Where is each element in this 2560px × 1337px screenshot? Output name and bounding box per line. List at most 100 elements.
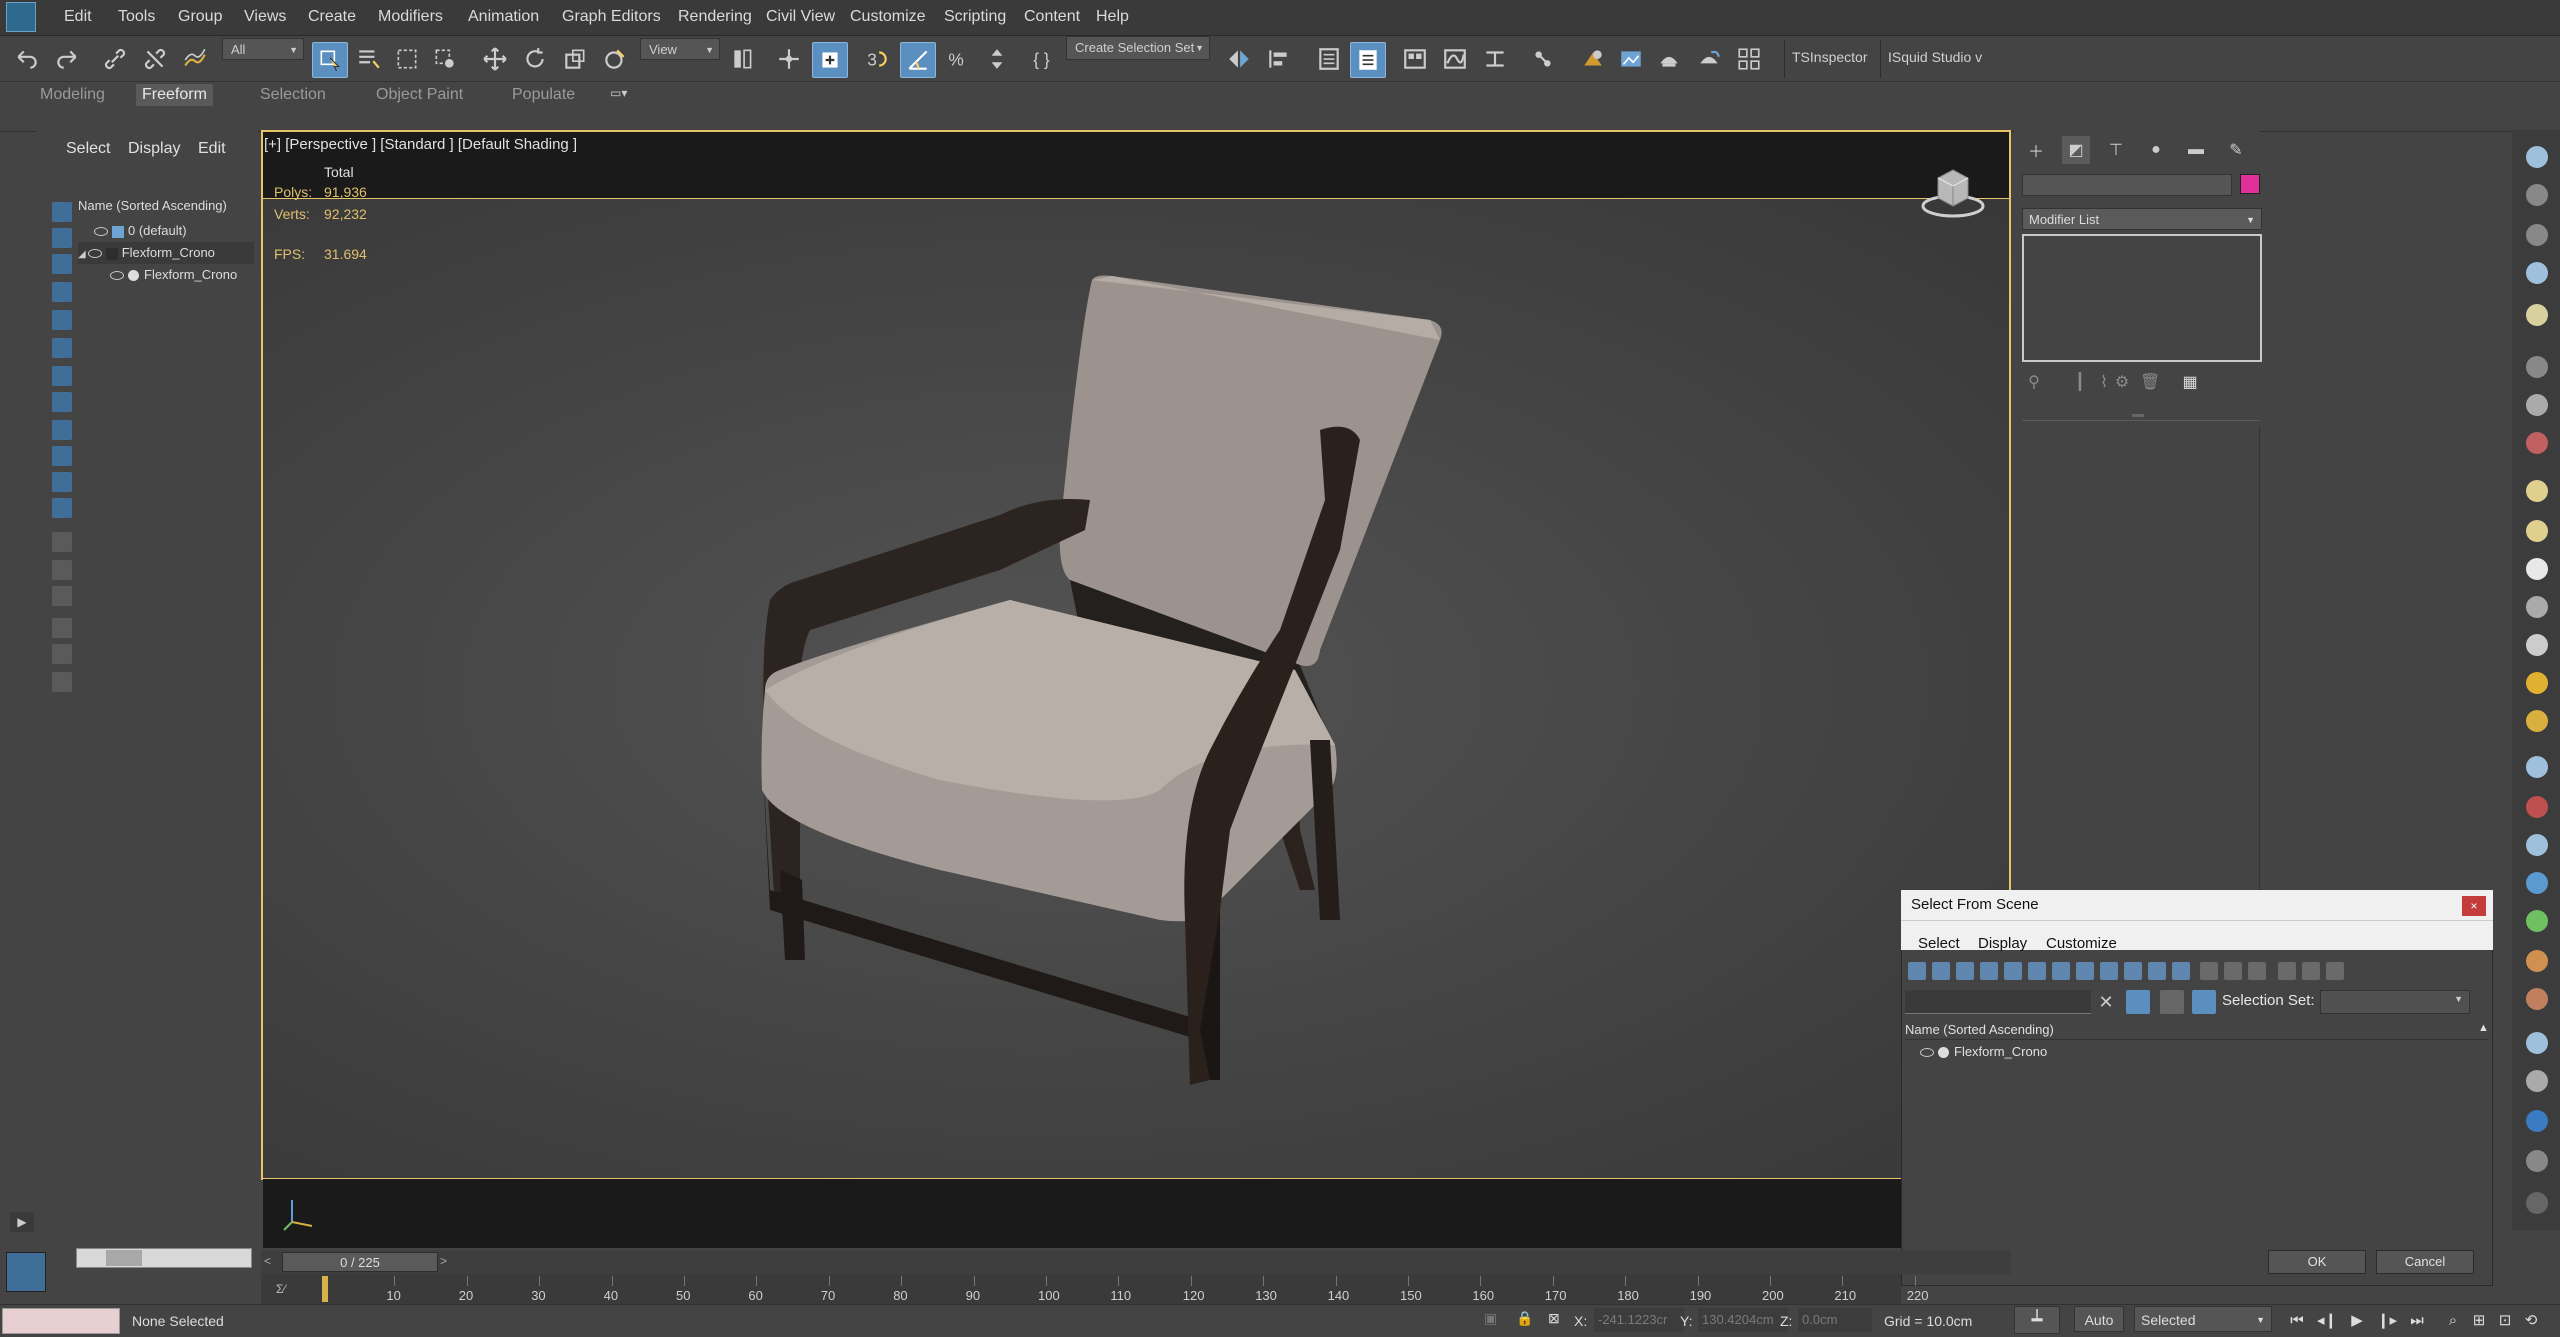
- snaps-toggle-icon[interactable]: 3: [860, 42, 894, 76]
- light-icon[interactable]: [2526, 304, 2548, 326]
- panel-grip[interactable]: [2132, 414, 2144, 417]
- sort-ascending-icon[interactable]: ▲: [2478, 1022, 2489, 1034]
- menu-edit[interactable]: Edit: [64, 8, 92, 26]
- move-icon[interactable]: [478, 42, 512, 76]
- make-unique-icon[interactable]: ⌇: [2094, 372, 2114, 394]
- rotate-icon[interactable]: [518, 42, 552, 76]
- scene-explorer-header[interactable]: Name (Sorted Ascending): [78, 198, 227, 213]
- maxscript-mini-listener[interactable]: [2, 1308, 120, 1334]
- absolute-mode-icon[interactable]: ⊠: [1548, 1310, 1560, 1327]
- spacewarp-icon[interactable]: [2526, 432, 2548, 454]
- select-none-icon[interactable]: [2224, 962, 2242, 980]
- helper-icon[interactable]: [2526, 394, 2548, 416]
- menu-help[interactable]: Help: [1096, 8, 1129, 26]
- sort-icon[interactable]: [52, 672, 72, 692]
- bind-space-warp-icon[interactable]: [178, 42, 212, 76]
- hair-icon[interactable]: [2526, 950, 2548, 972]
- render-setup-icon[interactable]: [1576, 42, 1610, 76]
- menu-group[interactable]: Group: [178, 8, 222, 26]
- ts-inspector-button[interactable]: TSInspector: [1786, 40, 1873, 74]
- dialog-menu-select[interactable]: Select: [1918, 935, 1960, 952]
- display-hidden-icon[interactable]: [52, 498, 72, 518]
- scene-explorer-scrollbar[interactable]: [76, 1248, 252, 1268]
- ribbon-tab-selection[interactable]: Selection: [254, 84, 332, 106]
- viewcube-icon[interactable]: [1920, 162, 1986, 220]
- current-frame-marker[interactable]: [322, 1276, 328, 1302]
- utilities-tab-icon[interactable]: ✎: [2222, 136, 2250, 164]
- zoom-icon[interactable]: ⌕: [2442, 1310, 2464, 1332]
- dialog-menu-customize[interactable]: Customize: [2046, 935, 2117, 952]
- list-item[interactable]: 0 (default): [78, 220, 270, 242]
- named-selection-set-dropdown[interactable]: Create Selection Set: [1066, 36, 1210, 60]
- select-invert-icon[interactable]: [2248, 962, 2266, 980]
- sun-icon[interactable]: [2526, 672, 2548, 694]
- help-icon[interactable]: [2526, 1192, 2548, 1214]
- play-icon[interactable]: ▶: [2346, 1310, 2368, 1332]
- key-filter-dropdown[interactable]: Selected: [2134, 1306, 2272, 1333]
- dynamics-icon[interactable]: [2526, 796, 2548, 818]
- foliage-icon[interactable]: [2526, 910, 2548, 932]
- edit-named-selection-icon[interactable]: { }: [1026, 42, 1060, 76]
- display-xrefs-icon[interactable]: [52, 392, 72, 412]
- object-name-field[interactable]: [2022, 174, 2232, 196]
- link-tools-icon[interactable]: [2526, 1070, 2548, 1092]
- layers-icon[interactable]: [2160, 990, 2184, 1014]
- configure-modifier-sets-icon[interactable]: ▦: [2180, 372, 2200, 394]
- filter-helpers-icon[interactable]: [2004, 962, 2022, 980]
- auto-key-button[interactable]: Auto: [2074, 1306, 2124, 1332]
- filter-hidden-icon[interactable]: [2172, 962, 2190, 980]
- teapot-icon[interactable]: [2526, 146, 2548, 168]
- app-logo-icon[interactable]: [6, 2, 36, 32]
- menu-animation[interactable]: Animation: [468, 8, 539, 26]
- collapse-arrow-icon[interactable]: ◢: [78, 249, 86, 260]
- selection-set-icon[interactable]: [2192, 990, 2216, 1014]
- menu-civil-view[interactable]: Civil View: [766, 8, 835, 26]
- menu-content[interactable]: Content: [1024, 8, 1080, 26]
- select-and-manipulate-icon[interactable]: [772, 42, 806, 76]
- zoom-all-icon[interactable]: ⊞: [2468, 1310, 2490, 1332]
- scene-explorer-menu-select[interactable]: Select: [66, 140, 110, 158]
- track-bar[interactable]: [261, 1274, 1901, 1304]
- display-frozen-icon[interactable]: [52, 472, 72, 492]
- display-none-icon[interactable]: [52, 560, 72, 580]
- pin-stack-icon[interactable]: ⚲: [2024, 372, 2044, 394]
- properties-icon[interactable]: [2526, 1150, 2548, 1172]
- redo-icon[interactable]: [50, 42, 84, 76]
- visibility-eye-icon[interactable]: [1920, 1048, 1934, 1058]
- dialog-title[interactable]: Select From Scene: [1901, 890, 2493, 920]
- display-shapes-icon[interactable]: [52, 228, 72, 248]
- undo-icon[interactable]: [10, 42, 44, 76]
- filter-geometry-icon[interactable]: [1908, 962, 1926, 980]
- camera-icon[interactable]: [2526, 356, 2548, 378]
- ribbon-tab-freeform[interactable]: Freeform: [136, 84, 213, 106]
- go-to-start-icon[interactable]: ⏮: [2286, 1310, 2308, 1332]
- link-icon[interactable]: [98, 42, 132, 76]
- dialog-close-button[interactable]: ×: [2462, 896, 2486, 916]
- omni-light-icon[interactable]: [2526, 710, 2548, 732]
- dialog-filter-icon[interactable]: [2302, 962, 2320, 980]
- filter-shapes-icon[interactable]: [1932, 962, 1950, 980]
- curve-editor-mini-icon[interactable]: Ʃ∕: [276, 1282, 285, 1296]
- scale-icon[interactable]: [558, 42, 592, 76]
- x-coordinate-field[interactable]: -241.1223cr: [1594, 1308, 1684, 1332]
- visibility-eye-icon[interactable]: [110, 271, 124, 281]
- menu-customize[interactable]: Customize: [850, 8, 926, 26]
- biped-icon[interactable]: [2526, 834, 2548, 856]
- display-bones-icon[interactable]: [52, 420, 72, 440]
- torus-icon[interactable]: [2526, 596, 2548, 618]
- time-prev-button[interactable]: <: [264, 1254, 271, 1268]
- visibility-eye-icon[interactable]: [87, 249, 102, 259]
- find-icon[interactable]: [52, 618, 72, 638]
- display-groups-icon[interactable]: [52, 366, 72, 386]
- filter-lights-icon[interactable]: [1956, 962, 1974, 980]
- sphere-icon[interactable]: [2526, 558, 2548, 580]
- dialog-menu-display[interactable]: Display: [1978, 935, 2027, 952]
- box-icon[interactable]: [2526, 184, 2548, 206]
- filter-containers-icon[interactable]: [2124, 962, 2142, 980]
- lock-selection-icon[interactable]: 🔒: [1516, 1310, 1533, 1327]
- next-frame-icon[interactable]: ❙▸: [2376, 1310, 2398, 1332]
- reference-coord-dropdown[interactable]: View: [640, 38, 720, 61]
- display-helpers-icon[interactable]: [52, 310, 72, 330]
- previous-frame-icon[interactable]: ◂❙: [2316, 1310, 2338, 1332]
- menu-views[interactable]: Views: [244, 8, 286, 26]
